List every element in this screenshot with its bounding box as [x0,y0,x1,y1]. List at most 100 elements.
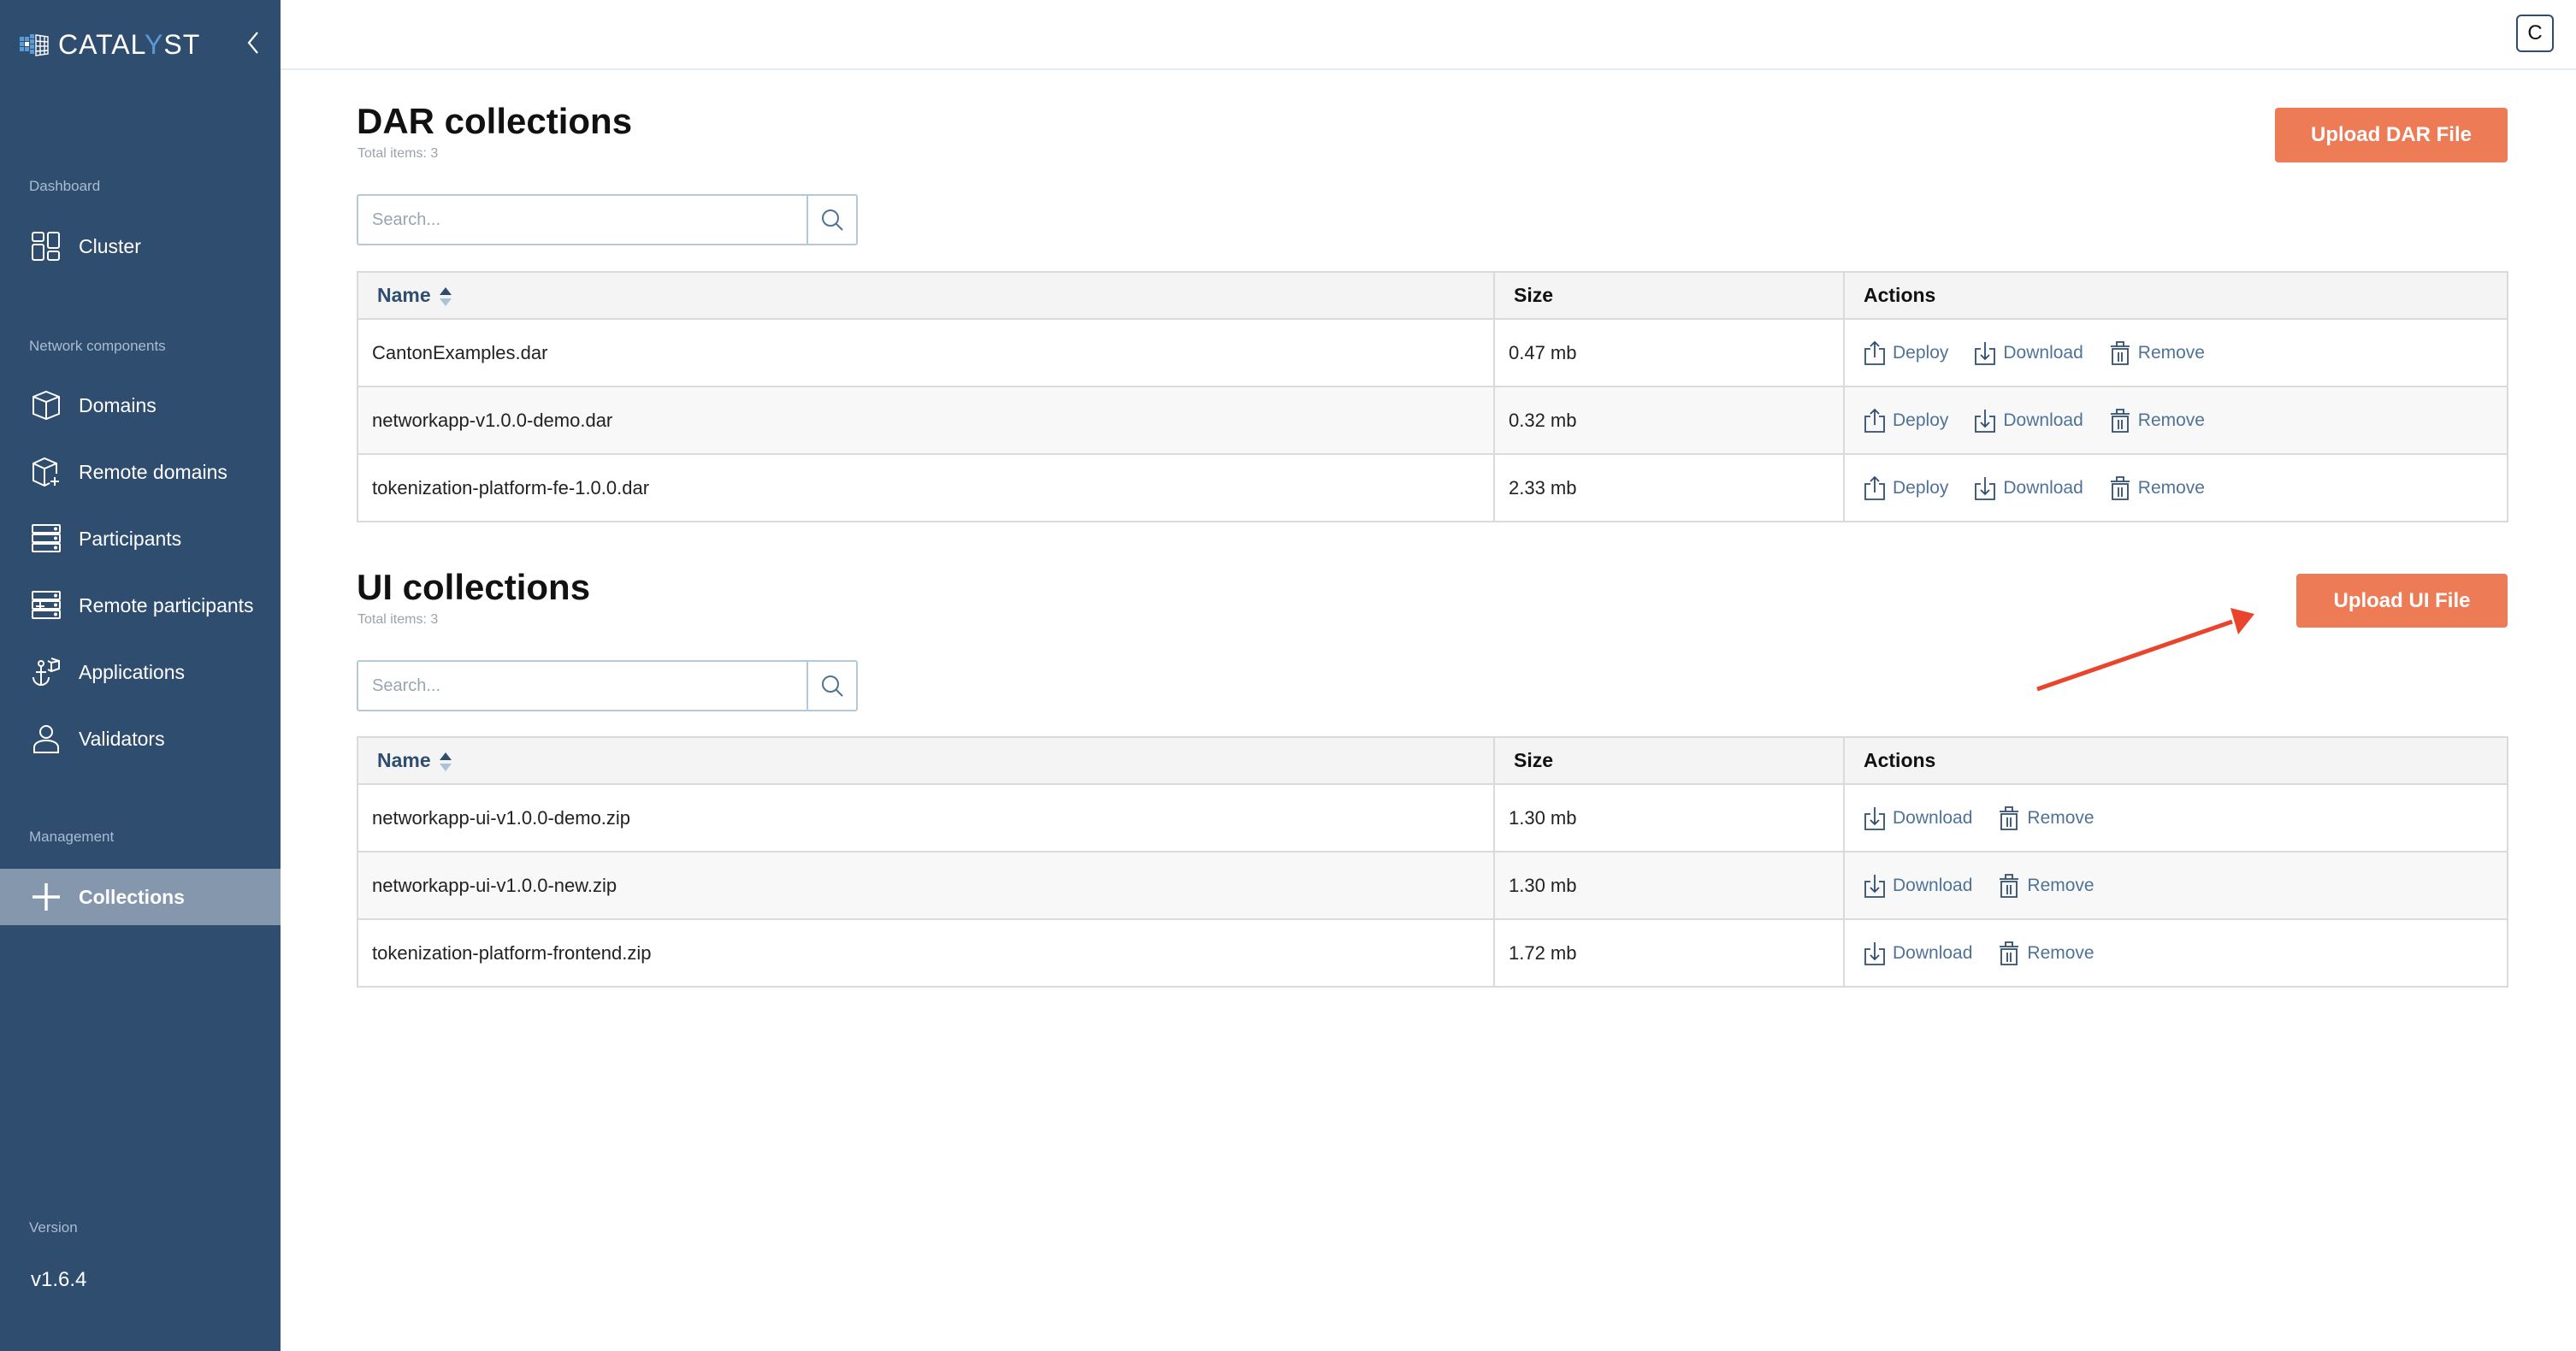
trash-icon [2110,475,2130,500]
version-label: Version [29,1219,78,1236]
remove-button[interactable]: Remove [1998,941,2094,966]
ui-search [357,660,858,711]
file-size: 2.33 mb [1493,453,1845,522]
dar-total-items: Total items: 3 [357,146,439,161]
download-button[interactable]: Download [1974,340,2083,366]
download-icon [1975,476,1996,500]
file-size: 1.30 mb [1493,851,1845,920]
logo-cube-icon [20,34,49,56]
file-name: tokenization-platform-fe-1.0.0.dar [357,453,1495,522]
sort-icon[interactable] [439,286,452,306]
upload-icon [1864,408,1885,433]
search-icon [822,676,843,697]
sidebar-item-label: Domains [79,393,157,416]
ui-search-input[interactable] [358,662,806,710]
ui-search-button[interactable] [806,662,856,710]
grid-icon [29,229,63,263]
cube-icon [29,388,63,422]
remove-button[interactable]: Remove [2109,408,2205,434]
remove-button[interactable]: Remove [1998,805,2094,831]
file-name: CantonExamples.dar [357,318,1495,387]
plus-icon [29,880,63,914]
sidebar-item-label: Participants [79,527,182,550]
sidebar-item-domains[interactable]: Domains [0,377,281,434]
column-header-name[interactable]: Name [357,271,1495,320]
file-size: 0.47 mb [1493,318,1845,387]
dar-table: Name Size Actions CantonExamples.dar 0.4… [357,271,2508,522]
sort-icon[interactable] [439,752,452,771]
sidebar-item-label: Remote domains [79,460,227,483]
table-row: CantonExamples.dar 0.47 mb Deploy Downlo… [357,318,2508,387]
cube-plus-icon [29,455,63,489]
sidebar: CATALYST Dashboard Cluster Network compo… [0,0,281,1351]
column-header-size: Size [1493,271,1845,320]
download-button[interactable]: Download [1864,805,1972,831]
sidebar-item-label: Collections [79,885,185,908]
file-size: 1.30 mb [1493,783,1845,852]
file-name: networkapp-v1.0.0-demo.dar [357,386,1495,455]
ui-total-items: Total items: 3 [357,612,439,627]
deploy-button[interactable]: Deploy [1864,475,1948,501]
section-label-network-components: Network components [29,338,166,354]
remove-button[interactable]: Remove [1998,873,2094,899]
ui-section-title: UI collections [357,567,591,607]
sidebar-item-remote-domains[interactable]: Remote domains [0,444,281,500]
sidebar-item-applications[interactable]: Applications [0,644,281,700]
brand-name: CATALYST [58,28,201,60]
anchor-cube-icon [29,655,63,689]
remove-button[interactable]: Remove [2109,340,2205,366]
upload-ui-file-button[interactable]: Upload UI File [2296,574,2508,628]
table-row: networkapp-ui-v1.0.0-demo.zip 1.30 mb Do… [357,783,2508,852]
dar-search-button[interactable] [806,196,856,244]
sidebar-item-label: Cluster [79,234,141,257]
download-button[interactable]: Download [1974,475,2083,501]
chevron-left-icon [247,32,258,54]
trash-icon [2110,408,2130,433]
download-icon [1975,409,1996,433]
download-button[interactable]: Download [1864,873,1972,899]
table-row: tokenization-platform-fe-1.0.0.dar 2.33 … [357,453,2508,522]
sidebar-item-validators[interactable]: Validators [0,711,281,767]
sidebar-item-participants[interactable]: Participants [0,510,281,567]
download-button[interactable]: Download [1864,941,1972,966]
user-icon [29,722,63,756]
file-size: 1.72 mb [1493,918,1845,988]
section-label-management: Management [29,829,115,845]
download-icon [1864,941,1885,965]
trash-icon [2000,873,2019,898]
download-icon [1864,806,1885,830]
dar-section-title: DAR collections [357,101,633,141]
catalyst-logo[interactable]: CATALYST [19,27,200,62]
ui-table: Name Size Actions networkapp-ui-v1.0.0-d… [357,736,2508,988]
search-icon [822,209,843,231]
deploy-button[interactable]: Deploy [1864,340,1948,366]
user-avatar-button[interactable]: C [2516,15,2554,52]
dar-search-input[interactable] [358,196,806,244]
table-header-row: Name Size Actions [357,271,2508,320]
sidebar-item-label: Remote participants [79,593,254,617]
upload-dar-file-button[interactable]: Upload DAR File [2275,108,2508,162]
deploy-button[interactable]: Deploy [1864,408,1948,434]
sidebar-item-cluster[interactable]: Cluster [0,218,281,274]
file-name: tokenization-platform-frontend.zip [357,918,1495,988]
collapse-sidebar-button[interactable] [243,27,263,58]
sidebar-item-remote-participants[interactable]: Remote participants [0,577,281,634]
download-icon [1864,874,1885,898]
upload-icon [1864,340,1885,365]
topbar [281,0,2576,70]
trash-icon [2110,340,2130,365]
server-icon [29,522,63,556]
sidebar-item-collections[interactable]: Collections [0,869,281,925]
table-row: tokenization-platform-frontend.zip 1.72 … [357,918,2508,988]
trash-icon [2000,805,2019,830]
download-button[interactable]: Download [1974,408,2083,434]
remove-button[interactable]: Remove [2109,475,2205,501]
sidebar-item-label: Applications [79,660,186,683]
table-row: networkapp-ui-v1.0.0-new.zip 1.30 mb Dow… [357,851,2508,920]
column-header-name[interactable]: Name [357,736,1495,785]
section-label-dashboard: Dashboard [29,178,101,194]
column-header-size: Size [1493,736,1845,785]
version-value: v1.6.4 [31,1268,87,1291]
server-plus-icon [29,588,63,622]
sidebar-item-label: Validators [79,727,165,750]
